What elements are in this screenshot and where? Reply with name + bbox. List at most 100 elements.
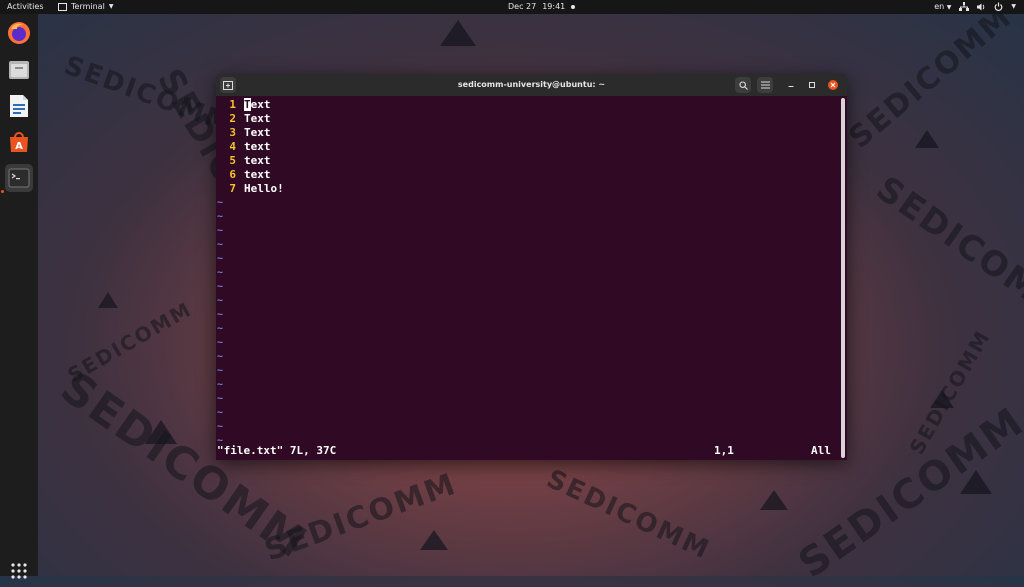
vim-status-line: "file.txt" 7L, 37C 1,1 All [216, 444, 841, 458]
close-button[interactable] [828, 80, 838, 90]
buffer-line: 2 Text [216, 112, 271, 126]
terminal-window[interactable]: sedicomm-university@ubuntu: ~ 1 Text 2 Tex… [216, 74, 847, 460]
libreoffice-writer-icon [10, 95, 28, 117]
buffer-line: 1 Text [216, 98, 271, 112]
firefox-icon [8, 22, 30, 44]
close-icon [830, 82, 836, 88]
terminal-titlebar[interactable]: sedicomm-university@ubuntu: ~ [216, 74, 847, 96]
volume-icon[interactable] [977, 3, 986, 11]
dock-item-firefox[interactable] [5, 19, 33, 47]
line-text: Text [244, 126, 271, 139]
empty-line-tilde: ~ [217, 407, 224, 418]
vim-buffer[interactable]: 1 Text 2 Text 3 Text 4 text 5 text 6 text 7 Hel… [216, 98, 841, 460]
search-button[interactable] [735, 77, 751, 93]
running-indicator [1, 190, 4, 193]
scrollbar[interactable] [841, 98, 845, 458]
terminal-icon [8, 168, 30, 188]
empty-line-tilde: ~ [217, 323, 224, 334]
maximize-button[interactable] [807, 80, 817, 90]
chevron-down-icon: ▼ [946, 4, 952, 11]
dock-item-terminal[interactable] [5, 164, 33, 192]
language-label: en [934, 2, 945, 11]
clock[interactable]: Dec 27 19:41 [508, 2, 576, 11]
empty-line-tilde: ~ [217, 365, 224, 376]
line-text: text [244, 168, 271, 181]
buffer-line: 5 text [216, 154, 271, 168]
empty-line-tilde: ~ [217, 351, 224, 362]
time: 19:41 [542, 2, 566, 11]
minimize-button[interactable] [786, 80, 796, 90]
show-applications-icon[interactable] [11, 563, 27, 579]
dock-item-software[interactable]: A [5, 128, 33, 156]
line-text: Hello! [244, 182, 284, 195]
empty-line-tilde: ~ [217, 239, 224, 250]
input-language[interactable]: en ▼ [934, 2, 951, 11]
line-number: 2 [229, 112, 236, 125]
network-icon[interactable] [959, 2, 970, 11]
buffer-line: 6 text [216, 168, 271, 182]
line-text: Text [244, 112, 271, 125]
terminal-icon [58, 2, 67, 11]
empty-line-tilde: ~ [217, 253, 224, 264]
empty-line-tilde: ~ [217, 267, 224, 278]
empty-line-tilde: ~ [217, 281, 224, 292]
wallpaper-logo-text: SEDICOMM [868, 168, 1024, 332]
empty-line-tilde: ~ [217, 309, 224, 320]
wallpaper-triangle-icon [960, 470, 992, 494]
buffer-line: 4 text [216, 140, 270, 154]
empty-line-tilde: ~ [217, 197, 224, 208]
scroll-position: All [811, 444, 831, 457]
wallpaper-logo-text: SEDICOMM [541, 464, 715, 566]
app-menu[interactable]: Terminal ▼ [58, 2, 113, 11]
wallpaper-triangle-icon [930, 390, 954, 408]
line-number: 6 [229, 168, 236, 181]
line-number: 3 [229, 126, 236, 139]
empty-line-tilde: ~ [217, 379, 224, 390]
line-number: 1 [229, 98, 236, 111]
line-text: text [244, 154, 271, 167]
top-bar: Activities Terminal ▼ Dec 27 19:41 en ▼ … [0, 0, 1024, 14]
notification-dot-icon [571, 4, 576, 9]
files-icon [9, 61, 29, 79]
wallpaper-triangle-icon [98, 292, 118, 308]
activities-button[interactable]: Activities [7, 2, 44, 11]
empty-line-tilde: ~ [217, 211, 224, 222]
chevron-down-icon: ▼ [108, 3, 114, 10]
wallpaper-triangle-icon [440, 20, 476, 46]
hamburger-menu-icon [760, 81, 770, 89]
empty-line-tilde: ~ [217, 337, 224, 348]
buffer-line: 7 Hello! [216, 182, 284, 196]
window-title: sedicomm-university@ubuntu: ~ [457, 80, 606, 89]
minimize-icon [788, 86, 794, 87]
wallpaper-triangle-icon [760, 490, 788, 510]
text-cursor: T [244, 98, 251, 111]
empty-line-tilde: ~ [217, 225, 224, 236]
maximize-icon [809, 82, 815, 88]
line-number: 7 [229, 182, 236, 195]
dock-item-writer[interactable] [5, 92, 33, 120]
file-info: "file.txt" 7L, 37C [217, 444, 337, 457]
wallpaper-triangle-icon [145, 420, 177, 444]
wallpaper-triangle-icon [420, 530, 448, 550]
menu-button[interactable] [757, 77, 773, 93]
dock-item-files[interactable] [5, 56, 33, 84]
chevron-down-icon[interactable]: ▼ [1011, 3, 1016, 10]
dock: A [0, 14, 38, 579]
wallpaper-logo-text: SEDICOMM [60, 50, 237, 140]
line-text: Text [244, 98, 271, 111]
search-icon [738, 80, 748, 90]
ubuntu-software-icon: A [10, 132, 28, 152]
line-number: 4 [229, 140, 236, 153]
cursor-position: 1,1 [714, 444, 734, 457]
empty-line-tilde: ~ [217, 421, 224, 432]
app-menu-label: Terminal [71, 2, 105, 11]
system-tray: en ▼ ▼ [934, 2, 1016, 11]
line-number: 5 [229, 154, 236, 167]
svg-text:A: A [15, 141, 23, 152]
power-icon[interactable] [994, 2, 1003, 11]
empty-line-tilde: ~ [217, 393, 224, 404]
wallpaper-triangle-icon [915, 130, 939, 148]
empty-line-tilde: ~ [217, 295, 224, 306]
date: Dec 27 [508, 2, 537, 11]
buffer-line: 3 Text [216, 126, 271, 140]
